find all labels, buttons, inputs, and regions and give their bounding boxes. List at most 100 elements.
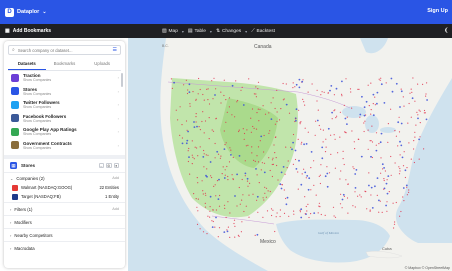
walmart-store-marker[interactable] [324,151,327,153]
walmart-store-marker[interactable] [201,120,203,123]
walmart-store-marker[interactable] [262,216,264,218]
walmart-store-marker[interactable] [324,214,326,216]
walmart-store-marker[interactable] [305,177,307,179]
target-store-marker[interactable] [193,121,195,123]
dataset-item[interactable]: Facebook Followers Show Companies › [4,112,125,126]
target-store-marker[interactable] [270,118,273,120]
walmart-store-marker[interactable] [257,211,259,213]
walmart-store-marker[interactable] [263,199,265,201]
walmart-store-marker[interactable] [268,132,270,134]
walmart-store-marker[interactable] [325,146,327,148]
target-store-marker[interactable] [327,127,330,130]
target-store-marker[interactable] [286,196,289,199]
walmart-store-marker[interactable] [386,201,388,203]
walmart-store-marker[interactable] [242,194,244,196]
walmart-store-marker[interactable] [399,154,401,156]
brand-menu[interactable]: D Dataplor ⌄ [5,7,47,17]
walmart-store-marker[interactable] [247,185,249,187]
target-store-marker[interactable] [303,143,305,146]
walmart-store-marker[interactable] [352,205,354,207]
walmart-store-marker[interactable] [299,209,301,211]
walmart-store-marker[interactable] [204,192,206,194]
walmart-store-marker[interactable] [207,215,209,217]
walmart-store-marker[interactable] [376,194,378,196]
walmart-store-marker[interactable] [237,234,239,236]
walmart-store-marker[interactable] [266,210,269,212]
add-filter-button[interactable]: Add [112,207,119,211]
walmart-store-marker[interactable] [403,105,405,107]
target-store-marker[interactable] [383,167,385,169]
walmart-store-marker[interactable] [191,154,193,156]
walmart-store-marker[interactable] [202,231,205,233]
walmart-store-marker[interactable] [275,157,277,159]
walmart-store-marker[interactable] [243,210,245,213]
walmart-store-marker[interactable] [398,131,401,133]
walmart-store-marker[interactable] [370,140,372,142]
target-store-marker[interactable] [188,156,190,158]
walmart-store-marker[interactable] [225,99,227,101]
walmart-store-marker[interactable] [212,98,214,100]
walmart-store-marker[interactable] [354,148,356,150]
walmart-store-marker[interactable] [367,148,369,150]
walmart-store-marker[interactable] [359,116,361,118]
walmart-store-marker[interactable] [380,172,382,174]
walmart-store-marker[interactable] [170,78,172,80]
walmart-store-marker[interactable] [398,166,400,168]
walmart-store-marker[interactable] [302,98,304,100]
target-store-marker[interactable] [342,193,345,196]
walmart-store-marker[interactable] [400,88,402,90]
walmart-store-marker[interactable] [260,169,262,171]
map-view-button[interactable]: ▨ Map [162,29,178,34]
walmart-store-marker[interactable] [233,222,235,225]
walmart-store-marker[interactable] [236,205,238,207]
walmart-store-marker[interactable] [330,153,332,155]
target-store-marker[interactable] [218,178,220,181]
walmart-store-marker[interactable] [293,210,295,212]
target-store-marker[interactable] [341,198,344,201]
walmart-store-marker[interactable] [205,154,207,156]
walmart-store-marker[interactable] [308,216,310,219]
walmart-store-marker[interactable] [300,121,302,123]
backtest-view-button[interactable]: ⟋ Backtest [251,28,275,35]
target-store-marker[interactable] [324,175,327,178]
walmart-store-marker[interactable] [249,182,251,184]
walmart-store-marker[interactable] [237,99,239,102]
walmart-store-marker[interactable] [270,208,273,210]
walmart-store-marker[interactable] [339,203,342,205]
target-store-marker[interactable] [321,146,324,149]
walmart-store-marker[interactable] [425,93,427,95]
walmart-store-marker[interactable] [210,175,212,177]
walmart-store-marker[interactable] [313,184,315,186]
walmart-store-marker[interactable] [351,130,353,132]
company-row[interactable]: Target (NASDAQ:FB) 1 Entity [4,192,125,201]
target-store-marker[interactable] [298,78,301,81]
walmart-store-marker[interactable] [255,128,258,130]
target-store-marker[interactable] [363,114,366,117]
target-store-marker[interactable] [202,156,205,158]
walmart-store-marker[interactable] [409,92,411,94]
target-store-marker[interactable] [295,108,298,111]
target-store-marker[interactable] [402,187,405,189]
walmart-store-marker[interactable] [208,103,211,105]
tab-bookmarks[interactable]: Bookmarks [46,59,84,70]
walmart-store-marker[interactable] [206,168,208,170]
walmart-store-marker[interactable] [381,211,383,213]
walmart-store-marker[interactable] [244,160,246,162]
walmart-store-marker[interactable] [271,214,273,217]
target-store-marker[interactable] [206,175,208,178]
walmart-store-marker[interactable] [414,131,416,133]
target-store-marker[interactable] [223,231,226,234]
walmart-store-marker[interactable] [293,213,295,215]
walmart-store-marker[interactable] [199,228,201,230]
target-store-marker[interactable] [346,123,348,125]
walmart-store-marker[interactable] [270,102,272,104]
walmart-store-marker[interactable] [228,97,231,99]
walmart-store-marker[interactable] [247,144,249,146]
walmart-store-marker[interactable] [292,82,294,84]
walmart-store-marker[interactable] [243,132,246,135]
walmart-store-marker[interactable] [226,229,228,231]
walmart-store-marker[interactable] [245,145,247,147]
walmart-store-marker[interactable] [234,116,236,118]
walmart-store-marker[interactable] [228,106,230,108]
walmart-store-marker[interactable] [369,210,371,212]
